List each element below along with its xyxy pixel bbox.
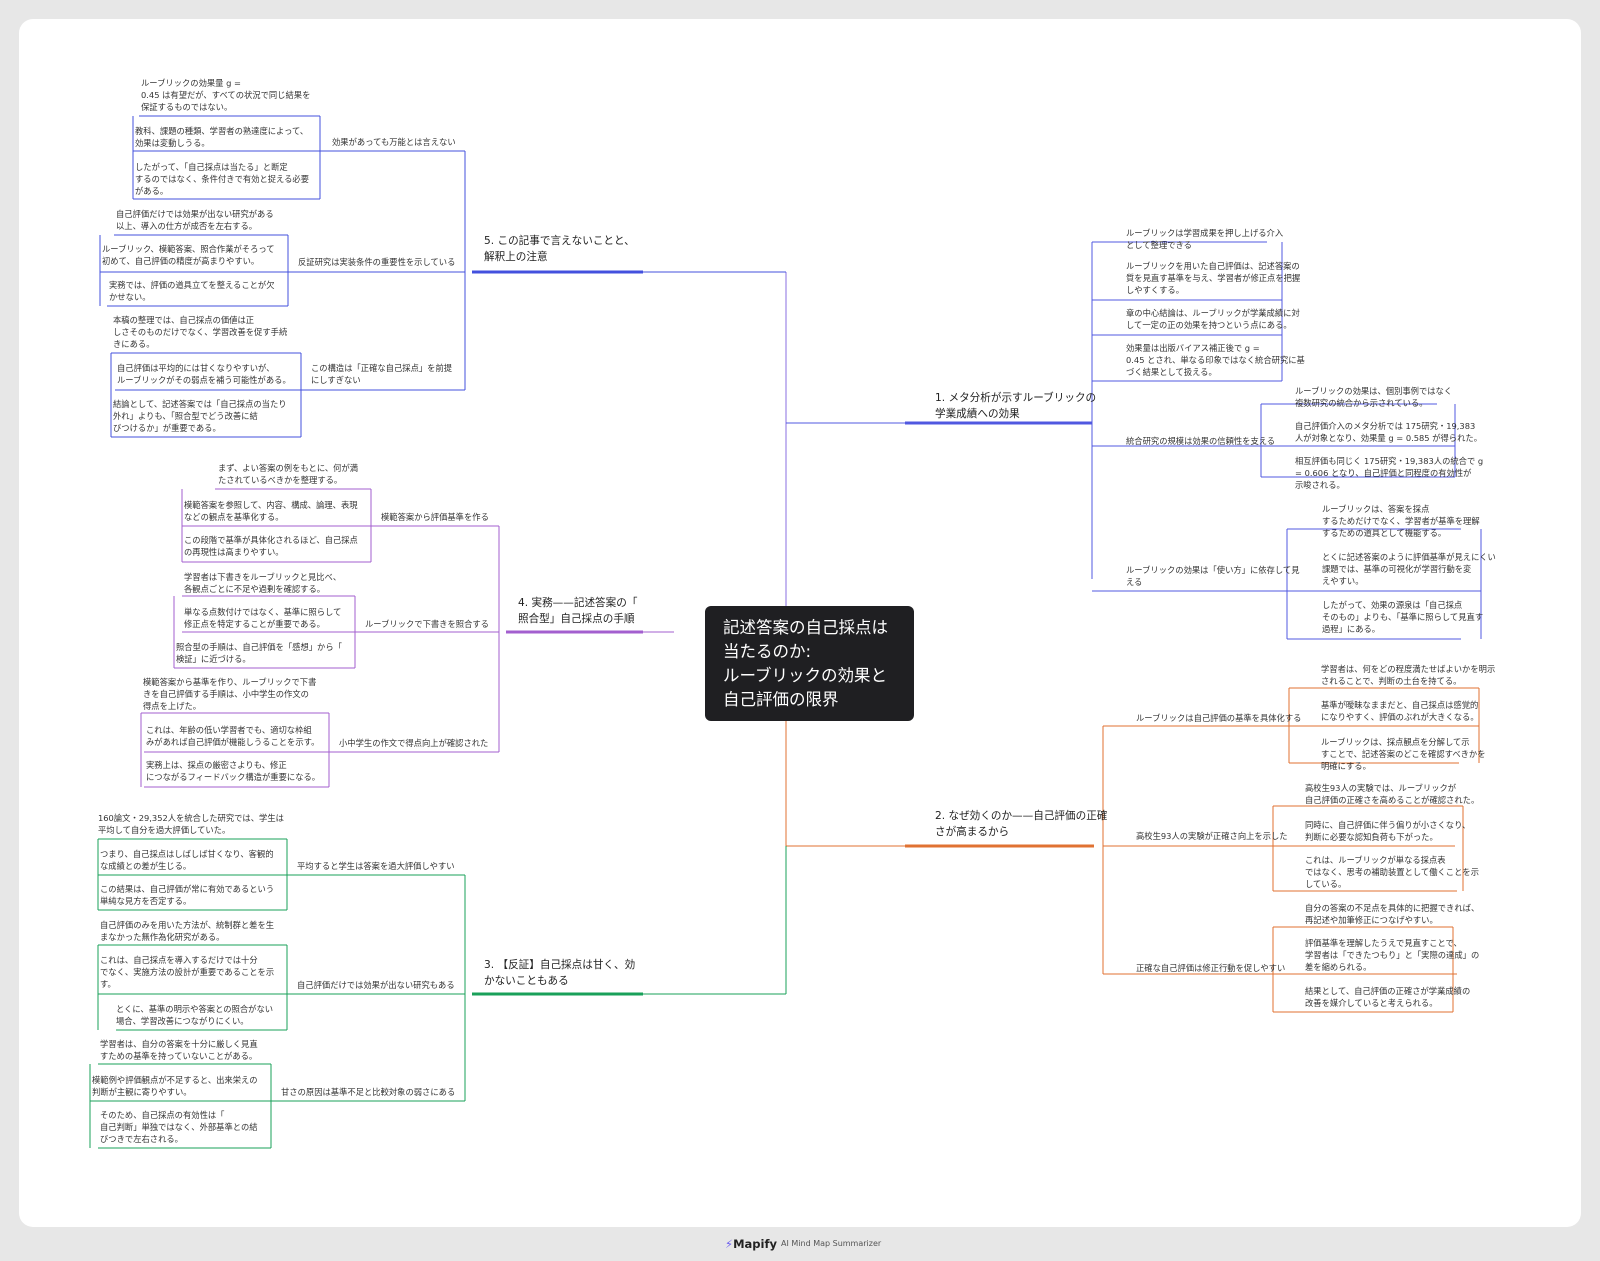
branch-2-leaf[interactable]: 結果として、自己評価の正確さが学業成績の 改善を媒介していると考えられる。: [1305, 985, 1470, 1009]
branch-1-leaf[interactable]: とくに記述答案のように評価基準が見えにくい 課題では、基準の可視化が学習行動を変…: [1322, 551, 1496, 588]
branch-2-subtopic[interactable]: ルーブリックは自己評価の基準を具体化する: [1136, 712, 1301, 724]
branch-3-leaf[interactable]: そのため、自己採点の有効性は「 自己判断」単独ではなく、外部基準との結 びつきで…: [100, 1109, 258, 1146]
branch-1-leaf[interactable]: 章の中心結論は、ルーブリックが学業成績に対 して一定の正の効果を持つという点にあ…: [1126, 307, 1300, 331]
branch-3-subtopic[interactable]: 自己評価だけでは効果が出ない研究もある: [297, 979, 455, 991]
branch-5-leaf[interactable]: 自己評価は平均的には甘くなりやすいが、 ルーブリックがその弱点を補う可能性がある…: [117, 362, 291, 386]
branch-4-leaf[interactable]: まず、よい答案の例をもとに、何が満 たされているべきかを整理する。: [218, 462, 358, 486]
mapify-logo-icon: ⚡: [725, 1237, 734, 1251]
branch-5-leaf[interactable]: 教科、課題の種類、学習者の熟達度によって、 効果は変動しうる。: [135, 125, 308, 149]
branch-3-leaf[interactable]: 学習者は、自分の答案を十分に厳しく見直 すための基準を持っていないことがある。: [100, 1038, 258, 1062]
branch-1-subtopic[interactable]: ルーブリックの効果は「使い方」に依存して見 える: [1126, 564, 1300, 588]
branch-3-leaf[interactable]: これは、自己採点を導入するだけでは十分 でなく、実施方法の設計が重要であることを…: [100, 954, 274, 991]
branch-2-leaf[interactable]: 同時に、自己評価に伴う偏りが小さくなり、 判断に必要な認知負荷も下がった。: [1305, 819, 1470, 843]
branch-2-subtopic[interactable]: 正確な自己評価は修正行動を促しやすい: [1136, 962, 1285, 974]
branch-2-leaf[interactable]: これは、ルーブリックが単なる採点表 ではなく、思考の補助装置として働くことを示 …: [1305, 854, 1479, 891]
branch-4-leaf[interactable]: これは、年齢の低い学習者でも、適切な枠組 みがあれば自己評価が機能しうることを示…: [146, 724, 319, 748]
branch-4-subtopic[interactable]: ルーブリックで下書きを照合する: [365, 618, 489, 630]
branch-4-leaf[interactable]: 模範答案から基準を作り、ルーブリックで下書 きを自己評価する手順は、小中学生の作…: [143, 676, 316, 713]
branch-1-leaf[interactable]: ルーブリックの効果は、個別事例ではなく 複数研究の統合から示されている。: [1295, 385, 1452, 409]
branch-5-leaf[interactable]: ルーブリックの効果量 g = 0.45 は有望だが、すべての状況で同じ結果を 保…: [141, 77, 310, 114]
branch-1-subtopic[interactable]: 統合研究の規模は効果の信頼性を支える: [1126, 435, 1275, 447]
branch-5-subtopic[interactable]: 反証研究は実装条件の重要性を示している: [298, 256, 455, 268]
branch-1-leaf[interactable]: ルーブリックは、答案を採点 するためだけでなく、学習者が基準を理解 するための道…: [1322, 503, 1480, 540]
branch-1-leaf[interactable]: ルーブリックは学習成果を押し上げる介入 として整理できる: [1126, 227, 1283, 251]
footer-brand[interactable]: ⚡Mapify: [725, 1237, 777, 1251]
branch-4-subtopic[interactable]: 模範答案から評価基準を作る: [381, 511, 489, 523]
branch-5-subtopic[interactable]: この構造は「正確な自己採点」を前提 にしすぎない: [311, 362, 452, 386]
branch-4-leaf[interactable]: 照合型の手順は、自己評価を「感想」から「 検証」に近づける。: [176, 641, 342, 665]
branch-1-leaf[interactable]: ルーブリックを用いた自己評価は、記述答案の 質を見直す基準を与え、学習者が修正点…: [1126, 260, 1300, 297]
branch-4-leaf[interactable]: 模範答案を参照して、内容、構成、論理、表現 などの観点を基準化する。: [184, 499, 358, 523]
branch-5-leaf[interactable]: 結論として、記述答案では「自己採点の当たり 外れ」よりも、「照合型でどう改善に結…: [113, 398, 287, 435]
branch-3-subtopic[interactable]: 甘さの原因は基準不足と比較対象の弱さにある: [281, 1086, 455, 1098]
branch-2-leaf[interactable]: 評価基準を理解したうえで見直すことで、 学習者は「できたつもり」と「実際の達成」…: [1305, 937, 1479, 974]
branch-2-leaf[interactable]: ルーブリックは、採点観点を分解して示 すことで、記述答案のどこを確認すべきかを …: [1321, 736, 1486, 773]
branch-5-leaf[interactable]: ルーブリック、模範答案、照合作業がそろって 初めて、自己評価の精度が高まりやすい…: [102, 243, 275, 267]
central-topic[interactable]: 記述答案の自己採点は 当たるのか: ルーブリックの効果と 自己評価の限界: [705, 606, 914, 721]
branch-2-leaf[interactable]: 自分の答案の不足点を具体的に把握できれば、 再記述や加筆修正につなげやすい。: [1305, 902, 1479, 926]
branch-2-leaf[interactable]: 高校生93人の実験では、ルーブリックが 自己評価の正確さを高めることが確認された…: [1305, 782, 1479, 806]
branch-1-leaf[interactable]: したがって、効果の源泉は「自己採点 そのもの」よりも、「基準に照らして見直す 過…: [1322, 599, 1483, 636]
branch-5-title[interactable]: 5. この記事で言えないことと、 解釈上の注意: [484, 234, 635, 265]
branch-1-leaf[interactable]: 自己評価介入のメタ分析では 175研究・19,383 人が対象となり、効果量 g…: [1295, 420, 1482, 444]
branch-4-subtopic[interactable]: 小中学生の作文で得点向上が確認された: [339, 737, 488, 749]
branch-2-title[interactable]: 2. なぜ効くのか——自己評価の正確 さが高まるから: [935, 809, 1107, 840]
branch-3-leaf[interactable]: この結果は、自己評価が常に有効であるという 単純な見方を否定する。: [100, 883, 274, 907]
branch-4-leaf[interactable]: 学習者は下書きをルーブリックと見比べ、 各観点ごとに不足や過剰を確認する。: [184, 571, 341, 595]
branch-3-leaf[interactable]: 160論文・29,352人を統合した研究では、学生は 平均して自分を過大評価して…: [98, 812, 284, 836]
branch-5-leaf[interactable]: 本稿の整理では、自己採点の価値は正 しさそのものだけでなく、学習改善を促す手続 …: [113, 314, 287, 351]
branch-5-leaf[interactable]: 実務では、評価の道具立てを整えることが欠 かせない。: [109, 279, 275, 303]
branch-5-subtopic[interactable]: 効果があっても万能とは言えない: [332, 136, 456, 148]
branch-3-leaf[interactable]: 自己評価のみを用いた方法が、統制群と差を生 まなかった無作為化研究がある。: [100, 919, 274, 943]
branch-1-title[interactable]: 1. メタ分析が示すルーブリックの 学業成績への効果: [935, 391, 1096, 422]
mind-map-canvas: 記述答案の自己採点は 当たるのか: ルーブリックの効果と 自己評価の限界 1. …: [19, 19, 1581, 1227]
branch-2-leaf[interactable]: 学習者は、何をどの程度満たせばよいかを明示 されることで、判断の土台を持てる。: [1321, 663, 1495, 687]
branch-3-subtopic[interactable]: 平均すると学生は答案を過大評価しやすい: [297, 860, 455, 872]
branch-4-leaf[interactable]: 単なる点数付けではなく、基準に照らして 修正点を特定することが重要である。: [184, 606, 341, 630]
branch-3-leaf[interactable]: つまり、自己採点はしばしば甘くなり、客観的 な成績との差が生じる。: [100, 848, 274, 872]
branch-3-title[interactable]: 3. 【反証】自己採点は甘く、効 かないこともある: [484, 958, 635, 989]
footer-tagline: AI Mind Map Summarizer: [781, 1239, 882, 1248]
branch-1-leaf[interactable]: 相互評価も同じく 175研究・19,383人の統合で g = 0.606 となり…: [1295, 455, 1483, 492]
branch-4-leaf[interactable]: この段階で基準が具体化されるほど、自己採点 の再現性は高まりやすい。: [184, 534, 358, 558]
branch-2-leaf[interactable]: 基準が曖昧なままだと、自己採点は感覚的 になりやすく、評価のぶれが大きくなる。: [1321, 699, 1479, 723]
branch-1-leaf[interactable]: 効果量は出版バイアス補正後で g = 0.45 とされ、単なる印象ではなく統合研…: [1126, 342, 1305, 379]
branch-2-subtopic[interactable]: 高校生93人の実験が正確さ向上を示した: [1136, 830, 1288, 842]
branch-3-leaf[interactable]: とくに、基準の明示や答案との照合がない 場合、学習改善につながりにくい。: [116, 1003, 273, 1027]
branch-3-leaf[interactable]: 模範例や評価観点が不足すると、出来栄えの 判断が主観に寄りやすい。: [92, 1074, 258, 1098]
branch-5-leaf[interactable]: したがって、「自己採点は当たる」と断定 するのではなく、条件付きで有効と捉える必…: [135, 161, 309, 198]
branch-4-leaf[interactable]: 実務上は、採点の厳密さよりも、修正 につながるフィードバック構造が重要になる。: [146, 759, 320, 783]
branch-5-leaf[interactable]: 自己評価だけでは効果が出ない研究がある 以上、導入の仕方が成否を左右する。: [116, 208, 274, 232]
branch-4-title[interactable]: 4. 実務——記述答案の「 照合型」自己採点の手順: [518, 596, 637, 627]
